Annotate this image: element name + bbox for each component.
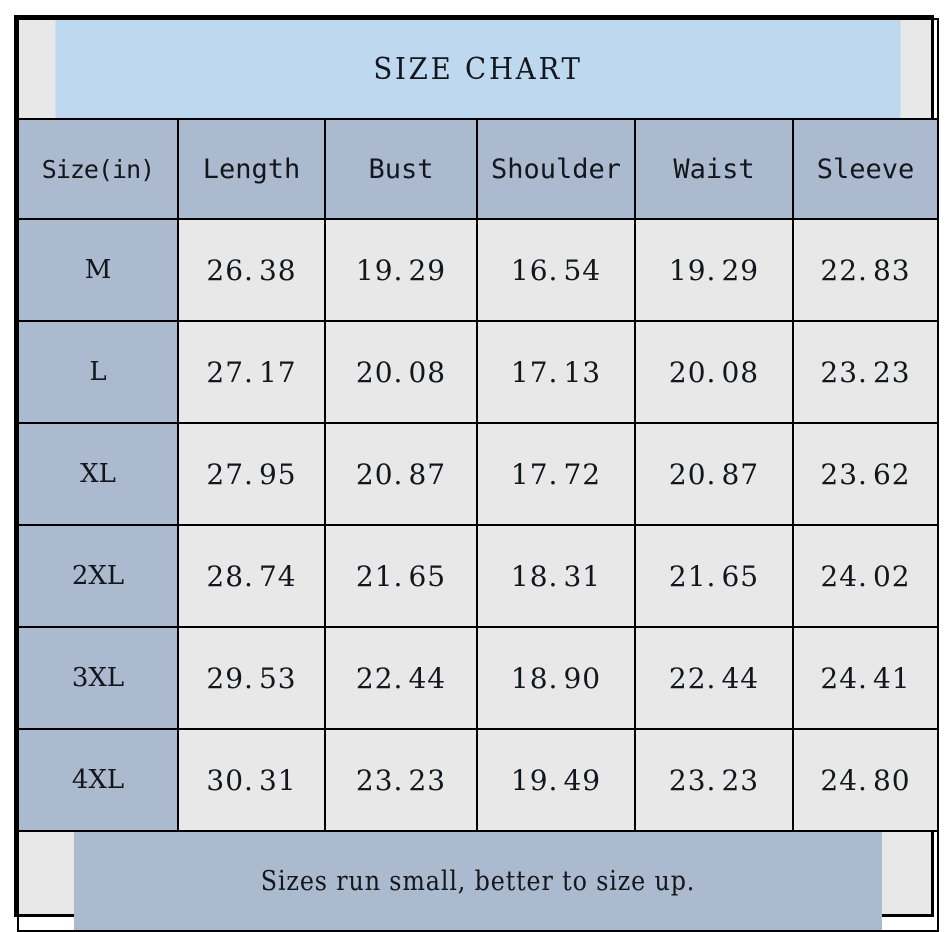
value-sleeve: 24. 80 bbox=[791, 728, 940, 832]
value-waist: 22. 44 bbox=[634, 626, 794, 730]
column-header-size: Size(in) bbox=[17, 118, 179, 220]
value-length: 30. 31 bbox=[177, 728, 326, 832]
size-label: 2XL bbox=[17, 524, 179, 628]
size-label: M bbox=[17, 218, 179, 322]
size-advice-note: Sizes run small, better to size up. bbox=[72, 830, 884, 932]
value-length: 29. 53 bbox=[177, 626, 326, 730]
title-row: SIZE CHART bbox=[18, 18, 938, 120]
value-bust: 19. 29 bbox=[324, 218, 478, 322]
value-waist: 21. 65 bbox=[634, 524, 794, 628]
value-shoulder: 19. 49 bbox=[476, 728, 636, 832]
column-header-waist: Waist bbox=[634, 118, 794, 220]
value-shoulder: 16. 54 bbox=[476, 218, 636, 322]
value-bust: 20. 87 bbox=[324, 422, 478, 526]
value-length: 26. 38 bbox=[177, 218, 326, 322]
column-header-bust: Bust bbox=[324, 118, 478, 220]
value-waist: 23. 23 bbox=[634, 728, 794, 832]
page-title: SIZE CHART bbox=[53, 18, 903, 120]
value-sleeve: 22. 83 bbox=[791, 218, 940, 322]
value-shoulder: 18. 90 bbox=[476, 626, 636, 730]
table-row: 2XL 28. 74 21. 65 18. 31 21. 65 24. 02 bbox=[17, 524, 940, 628]
footer-row: Sizes run small, better to size up. bbox=[18, 830, 938, 932]
column-header-sleeve: Sleeve bbox=[791, 118, 940, 220]
value-shoulder: 18. 31 bbox=[476, 524, 636, 628]
size-chart-container: SIZE CHART Size(in) Length Bust Shoulder… bbox=[14, 15, 940, 932]
value-bust: 21. 65 bbox=[324, 524, 478, 628]
size-label: 4XL bbox=[17, 728, 179, 832]
table-row: XL 27. 95 20. 87 17. 72 20. 87 23. 62 bbox=[17, 422, 940, 526]
column-header-length: Length bbox=[177, 118, 326, 220]
value-waist: 20. 08 bbox=[634, 320, 794, 424]
size-label: XL bbox=[17, 422, 179, 526]
value-waist: 19. 29 bbox=[634, 218, 794, 322]
value-length: 27. 17 bbox=[177, 320, 326, 424]
value-bust: 20. 08 bbox=[324, 320, 478, 424]
value-length: 27. 95 bbox=[177, 422, 326, 526]
size-label: 3XL bbox=[17, 626, 179, 730]
value-sleeve: 24. 41 bbox=[791, 626, 940, 730]
value-waist: 20. 87 bbox=[634, 422, 794, 526]
size-label: L bbox=[17, 320, 179, 424]
table-header-row: Size(in) Length Bust Shoulder Waist Slee… bbox=[17, 118, 940, 220]
value-shoulder: 17. 13 bbox=[476, 320, 636, 424]
value-bust: 23. 23 bbox=[324, 728, 478, 832]
value-sleeve: 23. 23 bbox=[791, 320, 940, 424]
column-header-shoulder: Shoulder bbox=[476, 118, 636, 220]
value-sleeve: 24. 02 bbox=[791, 524, 940, 628]
table-row: 4XL 30. 31 23. 23 19. 49 23. 23 24. 80 bbox=[17, 728, 940, 832]
value-bust: 22. 44 bbox=[324, 626, 478, 730]
size-chart-table: SIZE CHART Size(in) Length Bust Shoulder… bbox=[17, 18, 940, 932]
table-row: M 26. 38 19. 29 16. 54 19. 29 22. 83 bbox=[17, 218, 940, 322]
table-row: 3XL 29. 53 22. 44 18. 90 22. 44 24. 41 bbox=[17, 626, 940, 730]
value-sleeve: 23. 62 bbox=[791, 422, 940, 526]
value-length: 28. 74 bbox=[177, 524, 326, 628]
table-row: L 27. 17 20. 08 17. 13 20. 08 23. 23 bbox=[17, 320, 940, 424]
value-shoulder: 17. 72 bbox=[476, 422, 636, 526]
